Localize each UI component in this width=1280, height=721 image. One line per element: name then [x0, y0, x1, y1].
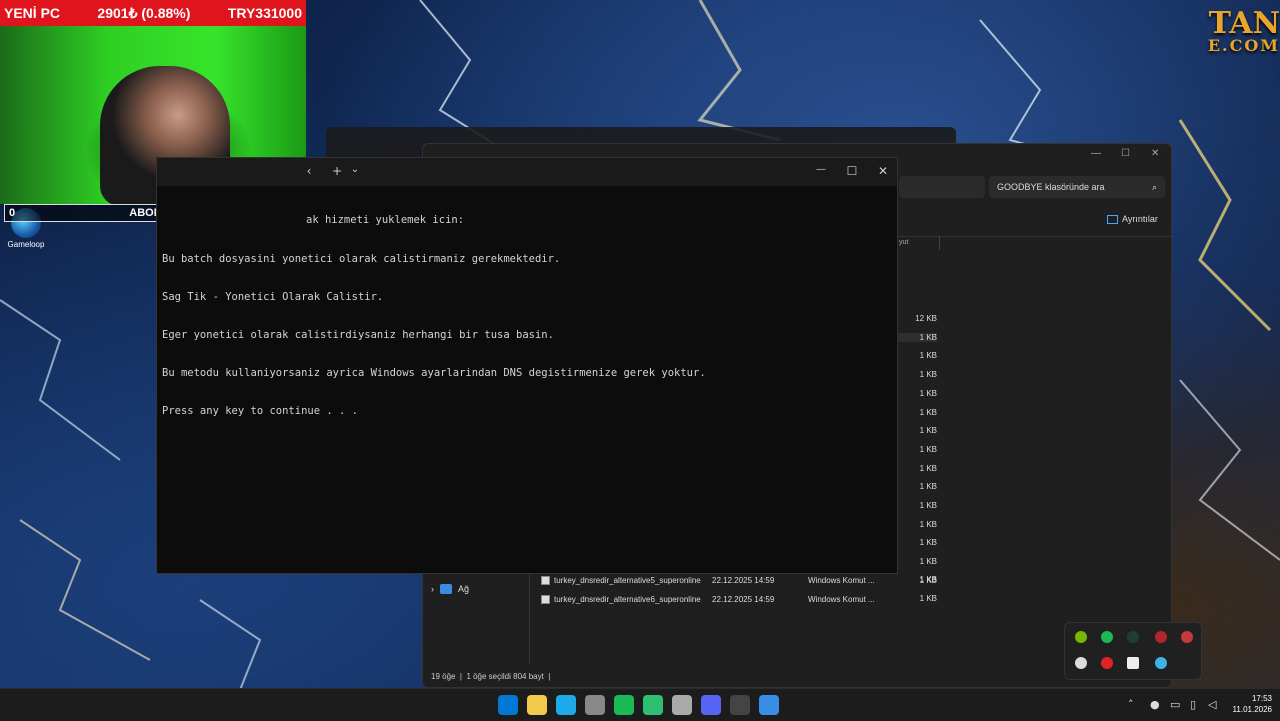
file-size-cell: 1 KB: [919, 407, 937, 417]
file-row-alternative6[interactable]: turkey_dnsredir_alternative6_superonline…: [541, 591, 941, 607]
goal-progress: 2901₺ (0.88%): [97, 4, 191, 21]
terminal-icon[interactable]: [730, 695, 750, 715]
file-explorer-icon[interactable]: [527, 695, 547, 715]
network-status-icon[interactable]: ▯: [1190, 698, 1196, 711]
spotify-icon[interactable]: [614, 695, 634, 715]
gameloop-tray-icon[interactable]: [1155, 657, 1167, 669]
batch-file-icon: [541, 575, 550, 585]
file-name: turkey_dnsredir_alternative5_superonline: [554, 575, 701, 585]
file-size-cell: 1 KB: [919, 538, 937, 548]
goal-title: YENİ PC: [4, 5, 61, 21]
cursor-tray-icon[interactable]: [1075, 657, 1087, 669]
status-bar: 19 öğe | 1 öğe seçildi 804 bayt |: [431, 672, 551, 681]
file-size-cell: 1 KB: [919, 463, 937, 473]
terminal-output[interactable]: ak hizmeti yuklemek icin: Bu batch dosya…: [162, 189, 892, 443]
nav-network-label: Ağ: [458, 584, 470, 594]
brand-line-1: TAN: [1208, 6, 1280, 41]
terminal-line: Bu batch dosyasini yonetici olarak calis…: [162, 252, 561, 265]
chevron-right-icon[interactable]: ›: [431, 584, 434, 594]
file-size-cell: 1 KB: [919, 370, 937, 380]
file-size-cell: 1 KB: [919, 444, 937, 454]
record-tray-icon[interactable]: [1101, 657, 1113, 669]
tab-dropdown-button[interactable]: ⌄: [345, 164, 365, 175]
terminal-line: Press any key to continue . . .: [162, 404, 358, 417]
file-size-cell: 1 KB: [919, 426, 937, 436]
explorer-address-bar[interactable]: [899, 176, 985, 198]
details-icon: [1107, 214, 1118, 224]
brand-line-2: E.COM: [1207, 36, 1280, 55]
explorer-close-button[interactable]: ✕: [1151, 148, 1159, 159]
file-date: 22.12.2025 14:59: [712, 594, 775, 604]
terminal-maximize-button[interactable]: ☐: [842, 164, 862, 178]
subscriber-counter: 0 ABONE: [4, 204, 174, 222]
upwork-icon[interactable]: [643, 695, 663, 715]
back-arrow-icon[interactable]: ‹: [299, 164, 319, 178]
nvidia-icon[interactable]: [1075, 631, 1087, 643]
terminal-line: Bu metodu kullaniyorsaniz ayrica Windows…: [162, 366, 706, 379]
photos-icon[interactable]: [759, 695, 779, 715]
file-size-cell: 12 KB: [915, 314, 937, 323]
terminal-minimize-button[interactable]: —: [811, 164, 831, 175]
details-label: Ayrıntılar: [1122, 214, 1158, 224]
network-icon: [440, 584, 452, 594]
donation-goal-bar: YENİ PC 2901₺ (0.88%) TRY331000: [0, 0, 306, 26]
file-size-cell: 1 KB: [919, 519, 937, 529]
terminal-close-button[interactable]: ✕: [873, 164, 893, 178]
file-size-cell: 1 KB: [919, 557, 937, 567]
clock-date: 11.01.2026: [1232, 705, 1272, 714]
file-size-cell: 1 KB: [919, 351, 937, 361]
tray-overflow-flyout: [1064, 622, 1202, 680]
clock-time: 17:53: [1251, 694, 1272, 703]
search-icon: ⌕: [1151, 181, 1157, 192]
start-button-icon[interactable]: [498, 695, 518, 715]
file-size-cell: 1 KB: [893, 332, 937, 342]
file-row-alternative5[interactable]: turkey_dnsredir_alternative5_superonline…: [541, 572, 941, 588]
batch-file-icon: [541, 594, 550, 604]
window-tray-icon[interactable]: [1127, 657, 1139, 669]
volume-icon[interactable]: ◁: [1208, 698, 1216, 711]
goal-target: TRY331000: [227, 5, 302, 21]
column-separator: [939, 236, 940, 250]
system-clock[interactable]: 17:53 11.01.2026: [1233, 693, 1272, 715]
size-column-header[interactable]: yut: [899, 239, 908, 246]
edge-icon[interactable]: [556, 695, 576, 715]
terminal-line: Eger yonetici olarak calistirdiysaniz he…: [162, 328, 554, 341]
terminal-window[interactable]: ‹ + ⌄ — ☐ ✕ ak hizmeti yuklemek icin: Bu…: [156, 157, 898, 574]
taskbar: ˄ ● ▭ ▯ ◁ 17:53 11.01.2026: [0, 688, 1280, 721]
status-item-count: 19 öğe: [431, 672, 456, 681]
status-selection: 1 öğe seçildi 804 bayt: [466, 672, 544, 681]
terminal-titlebar[interactable]: ‹ + ⌄ — ☐ ✕: [157, 158, 897, 186]
chrome-icon[interactable]: [585, 695, 605, 715]
app-icon[interactable]: [672, 695, 692, 715]
search-placeholder: GOODBYE klasöründe ara: [997, 182, 1105, 192]
file-name: turkey_dnsredir_alternative6_superonline: [554, 594, 701, 604]
file-size-cell: 1 KB: [919, 388, 937, 398]
file-date: 22.12.2025 14:59: [712, 575, 775, 585]
new-tab-button[interactable]: +: [327, 164, 347, 178]
explorer-search-box[interactable]: GOODBYE klasöründe ara ⌕: [989, 176, 1165, 198]
file-size-cell: 1 KB: [919, 482, 937, 492]
terminal-line: Sag Tik - Yonetici Olarak Calistir.: [162, 290, 384, 303]
security-icon[interactable]: [1155, 631, 1167, 643]
microphone-icon[interactable]: ●: [1150, 698, 1160, 711]
app-tray-icon[interactable]: [1127, 631, 1139, 643]
nav-item-network[interactable]: › Ağ: [431, 584, 469, 594]
explorer-maximize-button[interactable]: ☐: [1121, 148, 1130, 159]
file-type: Windows Komut ...: [808, 575, 875, 585]
explorer-minimize-button[interactable]: —: [1091, 148, 1101, 159]
details-pane-button[interactable]: Ayrıntılar: [1107, 214, 1158, 224]
file-size-cell: 1 KB: [919, 501, 937, 510]
brand-logo: TAN E.COM: [1207, 6, 1280, 55]
chevron-up-icon[interactable]: ˄: [1128, 698, 1134, 711]
terminal-line: ak hizmeti yuklemek icin:: [306, 214, 465, 227]
game-tray-icon[interactable]: [1181, 631, 1193, 643]
discord-icon[interactable]: [701, 695, 721, 715]
nav-pane-divider: [529, 564, 530, 664]
spotify-icon[interactable]: [1101, 631, 1113, 643]
gameloop-label: Gameloop: [7, 240, 45, 249]
sub-count: 0: [9, 207, 16, 219]
keyboard-icon[interactable]: ▭: [1170, 698, 1180, 711]
file-type: Windows Komut ...: [808, 594, 875, 604]
